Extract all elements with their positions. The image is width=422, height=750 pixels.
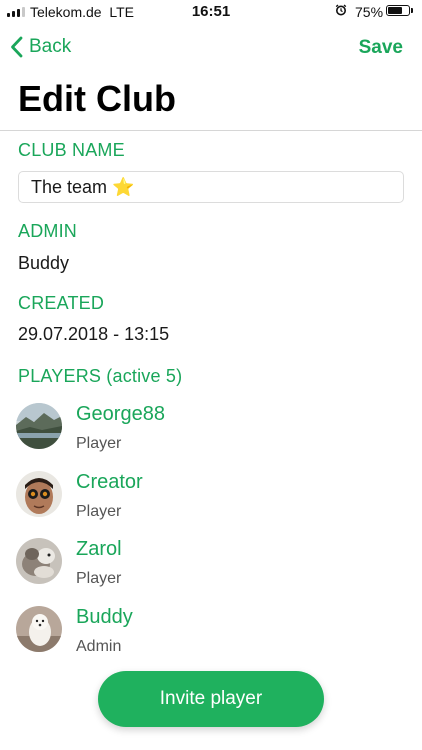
created-label: CREATED — [18, 293, 105, 313]
player-row-george88[interactable]: George88 Player — [16, 403, 396, 459]
back-button[interactable]: Back — [10, 36, 71, 58]
alarm-clock-icon — [335, 4, 347, 16]
invite-player-button[interactable]: Invite player — [98, 671, 324, 727]
battery-percentage: 75% — [355, 4, 384, 20]
page-title: Edit Club — [18, 78, 176, 119]
battery-icon — [386, 5, 410, 16]
avatar — [16, 471, 62, 517]
header-divider — [0, 130, 422, 131]
club-name-label: CLUB NAME — [18, 140, 125, 160]
back-label: Back — [29, 36, 72, 57]
player-row-zarol[interactable]: Zarol Player — [16, 538, 396, 594]
player-name: Creator — [76, 471, 143, 493]
chevron-left-icon — [11, 36, 23, 58]
player-row-creator[interactable]: Creator Player — [16, 471, 396, 527]
admin-label: ADMIN — [18, 221, 77, 241]
club-name-input[interactable] — [18, 171, 404, 203]
player-role: Player — [76, 435, 122, 452]
avatar — [16, 403, 62, 449]
avatar — [16, 538, 62, 584]
player-role: Player — [76, 503, 122, 520]
invite-player-label: Invite player — [159, 688, 263, 709]
status-bar: Telekom.de LTE 16:51 75% — [0, 0, 422, 24]
player-name: Buddy — [76, 606, 133, 628]
admin-value: Buddy — [18, 253, 70, 273]
player-role: Admin — [76, 638, 122, 655]
player-row-buddy[interactable]: Buddy Admin — [16, 606, 396, 662]
players-label: PLAYERS (active 5) — [18, 366, 183, 386]
created-value: 29.07.2018 - 13:15 — [18, 324, 170, 344]
save-button[interactable]: Save — [359, 37, 403, 59]
player-name: George88 — [76, 403, 165, 425]
avatar — [16, 606, 62, 652]
player-name: Zarol — [76, 538, 122, 560]
player-role: Player — [76, 570, 122, 587]
